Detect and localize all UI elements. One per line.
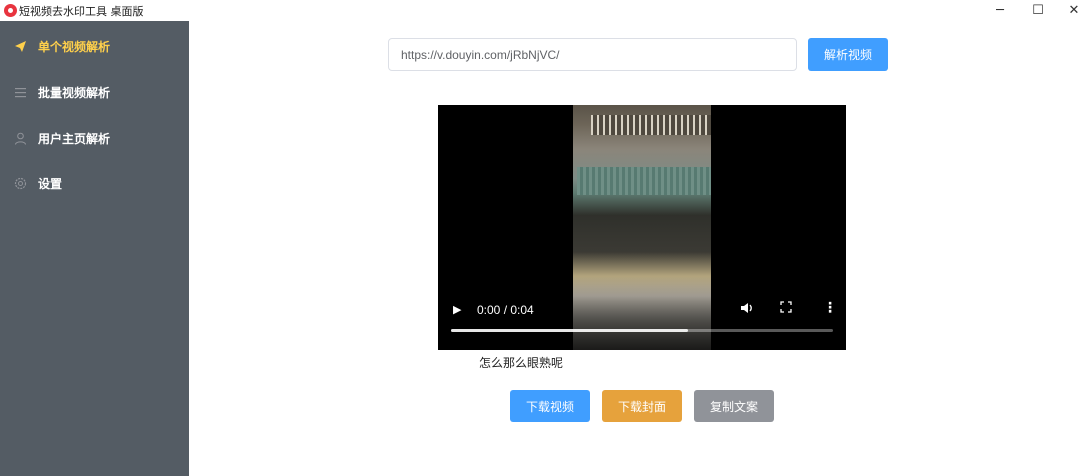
video-progress-fill <box>451 329 688 332</box>
menu-icon <box>14 86 27 99</box>
download-cover-button[interactable]: 下载封面 <box>602 390 682 422</box>
video-caption: 怎么那么眼熟呢 <box>479 356 564 370</box>
paper-plane-icon <box>14 40 27 53</box>
video-frame-awning <box>577 167 711 195</box>
close-button[interactable]: ✕ <box>1056 0 1080 21</box>
sidebar-item-label: 用户主页解析 <box>38 131 111 146</box>
gear-icon <box>14 177 27 190</box>
sidebar-item-settings[interactable]: 设置 <box>0 160 189 206</box>
fullscreen-icon[interactable] <box>780 301 792 317</box>
download-video-button[interactable]: 下载视频 <box>510 390 590 422</box>
video-frame-balcony <box>591 115 711 135</box>
url-input[interactable] <box>388 38 797 71</box>
sidebar-item-batch-video[interactable]: 批量视频解析 <box>0 69 189 115</box>
main-content: 解析视频 ▶ 0:00 / 0:04 ⋮ 怎么那么眼熟呢 下载视频 下载封面 复… <box>189 21 1080 476</box>
sidebar-item-user-home[interactable]: 用户主页解析 <box>0 115 189 161</box>
app-logo-icon <box>4 4 17 17</box>
sidebar-item-label: 设置 <box>38 176 63 191</box>
play-icon[interactable]: ▶ <box>453 303 461 316</box>
video-time: 0:00 / 0:04 <box>477 303 534 317</box>
minimize-button[interactable]: ─ <box>982 0 1018 21</box>
video-progress-bar[interactable] <box>451 329 833 332</box>
window-title: 短视频去水印工具 桌面版 <box>19 5 144 18</box>
sidebar-item-label: 批量视频解析 <box>38 85 111 100</box>
parse-video-button[interactable]: 解析视频 <box>808 38 888 71</box>
sidebar-item-single-video[interactable]: 单个视频解析 <box>0 23 189 69</box>
volume-icon[interactable] <box>740 302 754 318</box>
more-options-icon[interactable]: ⋮ <box>823 300 837 316</box>
title-bar: 短视频去水印工具 桌面版 ─ ☐ ✕ <box>0 0 1080 21</box>
video-player[interactable]: ▶ 0:00 / 0:04 ⋮ <box>438 105 846 350</box>
sidebar-item-label: 单个视频解析 <box>38 39 111 54</box>
sidebar: 单个视频解析 批量视频解析 用户主页解析 设置 <box>0 21 189 476</box>
maximize-button[interactable]: ☐ <box>1020 0 1056 21</box>
user-icon <box>14 132 27 145</box>
copy-text-button[interactable]: 复制文案 <box>694 390 774 422</box>
